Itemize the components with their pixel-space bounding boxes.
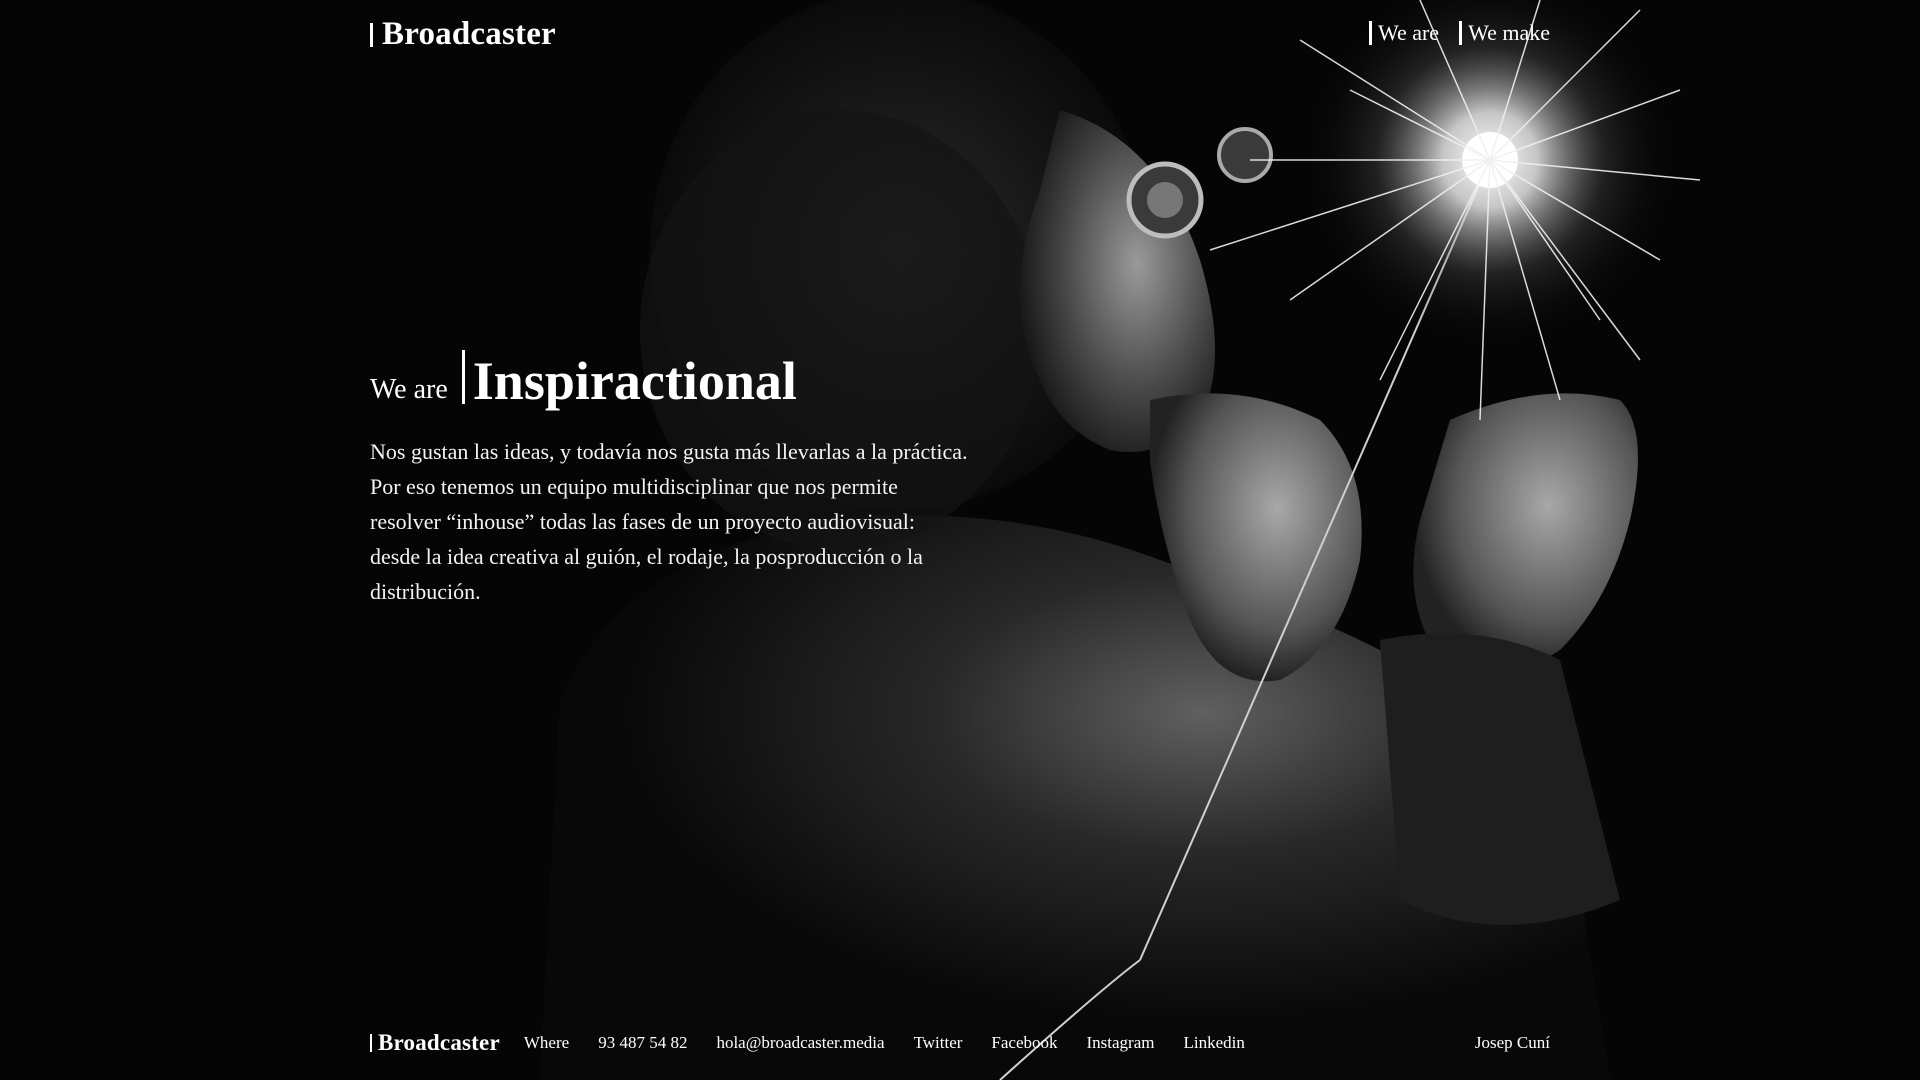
nav-link-we-are[interactable]: We are [1368, 20, 1440, 46]
footer: Broadcaster Where 93 487 54 82 hola@broa… [370, 1030, 1550, 1056]
footer-credit: Josep Cuní [1474, 1033, 1550, 1052]
footer-link-twitter[interactable]: Twitter [914, 1033, 963, 1053]
header-logo-text: Broadcaster [382, 16, 556, 52]
nav-link-label: We make [1468, 20, 1550, 45]
nav-link-label: We are [1377, 20, 1440, 45]
footer-logo[interactable]: Broadcaster [370, 1030, 500, 1056]
footer-link-phone[interactable]: 93 487 54 82 [598, 1033, 687, 1053]
page: Broadcaster We are We make We are Inspir… [0, 0, 1920, 1080]
footer-link-linkedin[interactable]: Linkedin [1184, 1033, 1245, 1053]
footer-link-instagram[interactable]: Instagram [1087, 1033, 1155, 1053]
footer-link-facebook[interactable]: Facebook [991, 1033, 1057, 1053]
hero-word: Inspiractional [472, 351, 797, 411]
nav-bar-icon [1368, 21, 1372, 45]
hero-heading: We are Inspiractional [370, 350, 797, 408]
logo-bar-icon [370, 1034, 372, 1052]
logo-bar-icon [370, 22, 373, 47]
top-nav: We are We make [1368, 20, 1550, 46]
hero-word-wrap: Inspiractional [461, 350, 797, 411]
nav-bar-icon [1459, 21, 1463, 45]
hero-bar-icon [461, 350, 465, 404]
footer-logo-text: Broadcaster [378, 1030, 500, 1055]
header-logo[interactable]: Broadcaster [370, 16, 556, 53]
footer-link-email[interactable]: hola@broadcaster.media [716, 1033, 884, 1053]
hero-description: Nos gustan las ideas, y todavía nos gust… [370, 439, 968, 604]
hero-prefix: We are [370, 374, 448, 405]
nav-link-we-make[interactable]: We make [1459, 20, 1550, 46]
footer-link-where[interactable]: Where [524, 1033, 569, 1053]
